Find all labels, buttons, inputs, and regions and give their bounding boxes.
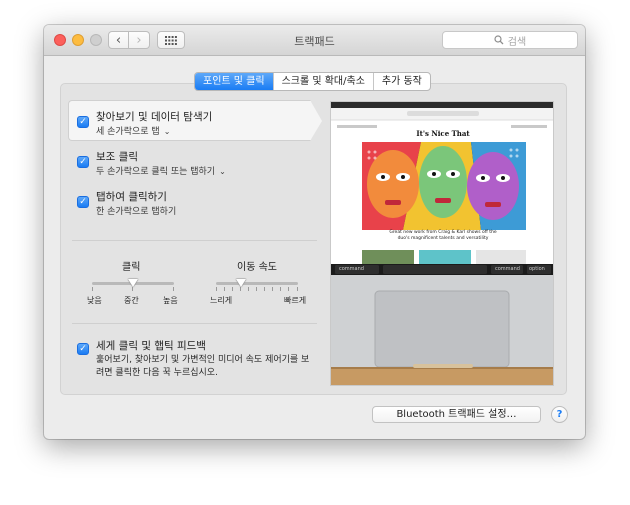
title-bar: ‹ › 트랙패드 검색 bbox=[44, 25, 585, 56]
preview-headline: Great new work from Craig & Karl shows o… bbox=[389, 230, 497, 242]
force-click-description: 훑어보기, 찾아보기 및 가변적인 미디어 속도 제어기를 보려면 클릭한 다음… bbox=[96, 355, 310, 378]
lookup-title: 찾아보기 및 데이터 탐색기 bbox=[96, 111, 213, 123]
search-placeholder: 검색 bbox=[507, 36, 527, 48]
secondary-click-title: 보조 클릭 bbox=[96, 151, 138, 163]
lookup-checkbox[interactable]: ✓ bbox=[77, 116, 89, 128]
search-field[interactable]: 검색 bbox=[442, 31, 578, 49]
lookup-gesture-menu[interactable]: 세 손가락으로 탭 ⌄ bbox=[96, 124, 170, 137]
gesture-preview: It's Nice That Great new work from Craig… bbox=[330, 101, 554, 386]
help-button[interactable]: ? bbox=[551, 406, 568, 423]
speed-slider-title: 이동 속도 bbox=[237, 262, 277, 273]
click-slider-knob[interactable] bbox=[128, 279, 138, 287]
chevron-down-icon: ⌄ bbox=[219, 167, 226, 176]
click-slider-max-label: 높음 bbox=[163, 296, 178, 305]
checkmark-icon: ✓ bbox=[79, 197, 87, 207]
click-slider-min-label: 낮음 bbox=[87, 296, 102, 305]
tab-point-and-click[interactable]: 포인트 및 클릭 bbox=[195, 73, 273, 90]
speed-slider-ticks bbox=[216, 287, 298, 291]
tab-scroll-and-zoom[interactable]: 스크롤 및 확대/축소 bbox=[272, 73, 373, 90]
checkmark-icon: ✓ bbox=[79, 344, 87, 354]
preview-key-command-left: command bbox=[339, 266, 364, 272]
checkmark-icon: ✓ bbox=[79, 117, 87, 127]
selection-pointer bbox=[310, 100, 322, 141]
speed-slider-min-label: 느리게 bbox=[210, 296, 233, 305]
bluetooth-trackpad-setup-button[interactable]: Bluetooth 트랙패드 설정… bbox=[372, 406, 541, 423]
click-slider-title: 클릭 bbox=[122, 262, 141, 273]
search-icon bbox=[494, 35, 504, 45]
tab-more-gestures[interactable]: 추가 동작 bbox=[372, 73, 430, 90]
force-click-checkbox[interactable]: ✓ bbox=[77, 343, 89, 355]
checkmark-icon: ✓ bbox=[79, 157, 87, 167]
speed-slider-track[interactable] bbox=[216, 282, 298, 285]
preview-site-title: It's Nice That bbox=[416, 129, 470, 138]
tap-to-click-title: 탭하여 클릭하기 bbox=[96, 191, 167, 203]
speed-slider-max-label: 빠르게 bbox=[284, 296, 307, 305]
divider bbox=[72, 240, 317, 241]
divider bbox=[72, 323, 317, 324]
lookup-subtitle: 세 손가락으로 탭 bbox=[96, 127, 160, 137]
help-icon: ? bbox=[556, 409, 563, 420]
preview-text-layer: It's Nice That Great new work from Craig… bbox=[331, 102, 553, 385]
tap-to-click-checkbox[interactable]: ✓ bbox=[77, 196, 89, 208]
click-slider-ticks bbox=[92, 287, 174, 291]
speed-slider-knob[interactable] bbox=[235, 279, 246, 287]
secondary-click-subtitle: 두 손가락으로 클릭 또는 탭하기 bbox=[96, 167, 216, 177]
secondary-click-checkbox[interactable]: ✓ bbox=[77, 156, 89, 168]
tap-to-click-subtitle: 한 손가락으로 탭하기 bbox=[96, 207, 177, 217]
preview-key-command-right: command bbox=[495, 266, 520, 272]
click-slider-mid-label: 중간 bbox=[124, 296, 139, 305]
tab-bar: 포인트 및 클릭 스크롤 및 확대/축소 추가 동작 bbox=[194, 72, 431, 91]
preview-key-option: option bbox=[529, 266, 545, 272]
secondary-click-gesture-menu[interactable]: 두 손가락으로 클릭 또는 탭하기 ⌄ bbox=[96, 164, 226, 177]
chevron-down-icon: ⌄ bbox=[163, 127, 171, 136]
preferences-window: ‹ › 트랙패드 검색 포인트 및 클릭 스크롤 및 확대/축소 추가 동작 ✓… bbox=[44, 25, 585, 439]
force-click-title: 세게 클릭 및 햅틱 피드백 bbox=[96, 340, 206, 352]
